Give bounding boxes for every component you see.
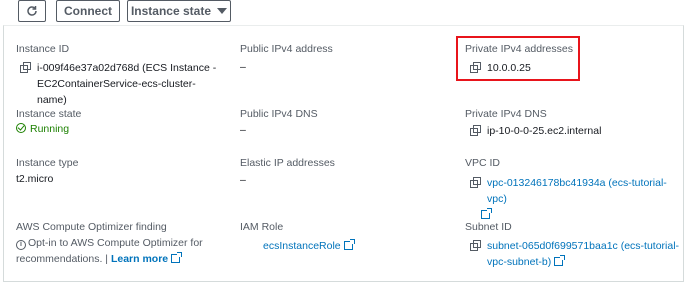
instance-state-value: Running [30, 123, 70, 135]
subnet-id-label: Subnet ID [465, 221, 512, 233]
instance-state-status: Running [16, 121, 69, 137]
vpc-id-label: VPC ID [465, 157, 501, 169]
elastic-ip-label: Elastic IP addresses [240, 157, 335, 169]
external-link-icon [481, 208, 492, 219]
chevron-down-icon [217, 8, 228, 14]
public-dns-value: – [240, 124, 246, 136]
action-toolbar: Connect Instance state [0, 0, 700, 26]
private-dns-label: Private IPv4 DNS [465, 108, 547, 120]
success-icon [16, 123, 26, 133]
external-link-icon [171, 252, 183, 263]
instance-id-value: i-009f46e37a02d768d (ECS Instance - EC2C… [37, 62, 217, 106]
public-ipv4-value: – [240, 61, 246, 73]
public-dns-label: Public IPv4 DNS [240, 108, 318, 120]
connect-button[interactable]: Connect [56, 0, 120, 22]
private-dns-value: ip-10-0-0-25.ec2.internal [487, 125, 602, 137]
instance-state-field-label: Instance state [16, 108, 82, 120]
info-icon: i [16, 240, 26, 250]
copy-icon[interactable] [470, 125, 481, 136]
refresh-button[interactable] [18, 0, 46, 22]
subnet-id-value: subnet-065d0f699571baa1c (ecs-tutorial-v… [487, 240, 680, 268]
instance-state-label: Instance state [130, 4, 212, 18]
instance-type-value: t2.micro [16, 173, 54, 185]
refresh-icon [27, 6, 37, 16]
iam-role-value: ecsInstanceRole [263, 240, 341, 252]
vpc-id-row: vpc-013246178bc41934a (ecs-tutorial-vpc) [470, 175, 680, 223]
optimizer-label: AWS Compute Optimizer finding [16, 221, 167, 233]
iam-role-link[interactable]: ecsInstanceRole [263, 238, 355, 254]
external-link-icon [554, 255, 566, 266]
external-link-icon [343, 239, 355, 250]
subnet-id-row: subnet-065d0f699571baa1c (ecs-tutorial-v… [470, 238, 680, 270]
public-ipv4-label: Public IPv4 address [240, 43, 333, 55]
highlight-box [456, 36, 580, 81]
vpc-id-link[interactable]: vpc-013246178bc41934a (ecs-tutorial-vpc) [481, 175, 680, 223]
instance-type-label: Instance type [16, 157, 79, 169]
elastic-ip-value: – [240, 174, 246, 186]
instance-id-row: i-009f46e37a02d768d (ECS Instance - EC2C… [20, 60, 220, 108]
private-dns-row: ip-10-0-0-25.ec2.internal [470, 123, 601, 139]
iam-role-label: IAM Role [240, 221, 284, 233]
instance-id-label: Instance ID [16, 43, 70, 55]
vpc-id-value: vpc-013246178bc41934a (ecs-tutorial-vpc) [487, 177, 667, 205]
optimizer-text: i Opt-in to AWS Compute Optimizer for rec… [16, 235, 216, 267]
instance-state-dropdown[interactable]: Instance state [127, 0, 231, 22]
subnet-id-link[interactable]: subnet-065d0f699571baa1c (ecs-tutorial-v… [487, 238, 680, 270]
copy-icon[interactable] [470, 177, 481, 188]
copy-icon[interactable] [470, 240, 481, 251]
learn-more-text: Learn more [110, 253, 169, 265]
learn-more-link[interactable]: Learn more [110, 252, 183, 265]
copy-icon[interactable] [20, 62, 31, 73]
